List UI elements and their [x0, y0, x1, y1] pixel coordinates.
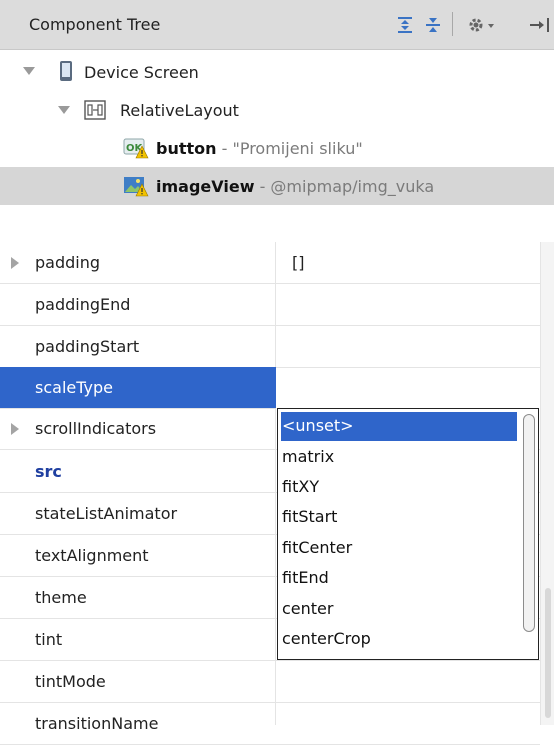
hide-panel-icon[interactable] — [528, 0, 554, 49]
image-warning-icon — [123, 175, 149, 201]
component-detail: - "Promijeni sliku" — [216, 139, 363, 158]
component-detail: - @mipmap/img_vuka — [254, 177, 435, 196]
dropdown-option-fitxy[interactable]: fitXY — [281, 473, 517, 502]
property-name: scaleType — [35, 378, 113, 397]
property-name: tintMode — [35, 672, 106, 691]
property-row-scaletype[interactable]: scaleType — [0, 367, 276, 409]
property-row-padding[interactable]: padding [] — [0, 242, 540, 284]
property-value[interactable]: [] — [292, 253, 304, 272]
expand-arrow-icon[interactable] — [58, 106, 70, 114]
tree-node-label: Device Screen — [84, 63, 199, 82]
expand-arrow-icon[interactable] — [11, 423, 19, 435]
scale-type-dropdown[interactable]: <unset> matrix fitXY fitStart fitCenter … — [277, 408, 539, 660]
component-id: button — [156, 139, 217, 158]
property-name: paddingStart — [35, 337, 140, 356]
dropdown-option-fitend[interactable]: fitEnd — [281, 564, 517, 593]
tree-node-text: imageView - @mipmap/img_vuka — [156, 177, 434, 196]
dropdown-option-matrix[interactable]: matrix — [281, 443, 517, 472]
dropdown-option-center[interactable]: center — [281, 595, 517, 624]
tree-node-text: button - "Promijeni sliku" — [156, 139, 363, 158]
dropdown-option-centercrop[interactable]: centerCrop — [281, 625, 517, 654]
property-name: paddingEnd — [35, 295, 131, 314]
device-icon — [58, 60, 74, 86]
property-name: scrollIndicators — [35, 419, 157, 438]
property-name: textAlignment — [35, 546, 149, 565]
property-name: transitionName — [35, 714, 159, 733]
dropdown-scrollbar[interactable] — [523, 414, 535, 632]
tree-node-label: RelativeLayout — [120, 101, 239, 120]
property-name: tint — [35, 630, 63, 649]
property-row-paddingstart[interactable]: paddingStart — [0, 326, 540, 368]
dropdown-option-fitcenter[interactable]: fitCenter — [281, 534, 517, 563]
panel-title: Component Tree — [29, 15, 161, 34]
button-warning-icon: OK — [123, 137, 149, 163]
vertical-scrollbar[interactable] — [540, 242, 554, 725]
property-row-tintmode[interactable]: tintMode — [0, 661, 540, 703]
expand-arrow-icon[interactable] — [11, 257, 19, 269]
scrollbar-thumb[interactable] — [545, 588, 551, 718]
property-name: stateListAnimator — [35, 504, 178, 523]
component-id: imageView — [156, 177, 255, 196]
tree-node-imageview[interactable]: imageView - @mipmap/img_vuka — [0, 167, 554, 205]
gear-icon[interactable] — [460, 0, 502, 49]
property-name: padding — [35, 253, 101, 272]
tree-node-device-screen[interactable]: Device Screen — [0, 53, 554, 91]
toolbar-separator — [452, 12, 453, 36]
component-tree-header: Component Tree — [0, 0, 554, 50]
property-name: theme — [35, 588, 87, 607]
property-name: src — [35, 462, 62, 481]
tree-node-button[interactable]: OK button - "Promijeni sliku" — [0, 129, 554, 167]
dropdown-option-fitstart[interactable]: fitStart — [281, 503, 517, 532]
relative-layout-icon — [84, 100, 106, 124]
tree-node-relativelayout[interactable]: RelativeLayout — [0, 91, 554, 129]
expand-arrow-icon[interactable] — [23, 67, 35, 75]
property-row-transitionname[interactable]: transitionName — [0, 703, 540, 745]
property-row-paddingend[interactable]: paddingEnd — [0, 284, 540, 326]
expand-all-icon[interactable] — [392, 0, 418, 49]
collapse-all-icon[interactable] — [420, 0, 446, 49]
dropdown-option-unset[interactable]: <unset> — [281, 412, 517, 441]
